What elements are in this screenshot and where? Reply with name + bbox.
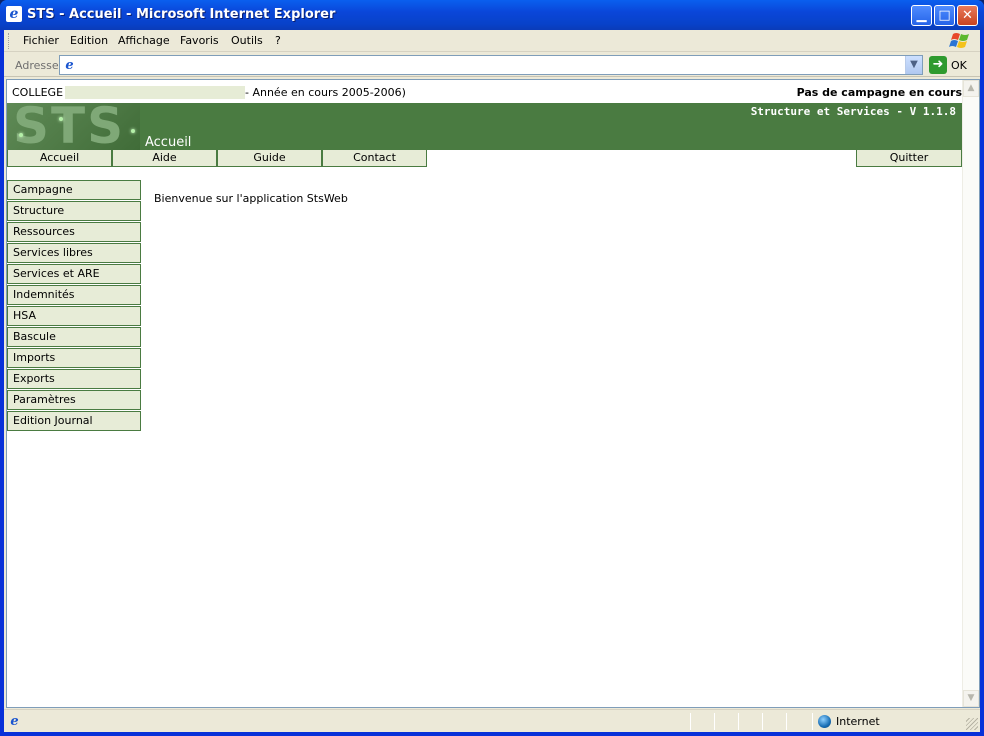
status-divider [738,713,739,730]
address-label: Adresse [15,59,59,72]
quit-button[interactable]: Quitter [856,150,962,167]
menu-outils[interactable]: Outils [231,34,263,47]
nav-accueil[interactable]: Accueil [7,150,112,167]
sidebar-item-edition-journal[interactable]: Edition Journal [7,411,141,431]
logo-sparkle [19,133,23,137]
page-title: Accueil [145,135,192,150]
menu-help[interactable]: ? [275,34,281,47]
browser-client: Fichier Edition Affichage Favoris Outils… [4,30,980,732]
windows-flag-icon [949,33,969,48]
window-title: STS - Accueil - Microsoft Internet Explo… [27,7,336,22]
address-bar: Adresse e ▼ ➜ OK [4,53,980,77]
college-name-redacted [65,86,245,99]
info-row: COLLEGE - Année en cours 2005-2006) Pas … [12,86,962,100]
sidebar-item-exports[interactable]: Exports [7,369,141,389]
welcome-message: Bienvenue sur l'application StsWeb [154,192,348,205]
year-text: - Année en cours 2005-2006) [245,86,406,99]
title-bar[interactable]: e STS - Accueil - Microsoft Internet Exp… [0,0,984,30]
toolbar-grip[interactable] [8,33,11,49]
top-nav: Accueil Aide Guide Contact Quitter [7,150,962,167]
page-icon: e [65,58,74,73]
vertical-scrollbar[interactable]: ▲ ▼ [962,80,979,707]
sts-logo: STS [7,103,140,150]
resize-grip-icon[interactable] [966,718,978,730]
page-status-icon: e [10,714,19,729]
close-button[interactable]: ✕ [957,5,978,26]
sidebar-item-hsa[interactable]: HSA [7,306,141,326]
sidebar-item-structure[interactable]: Structure [7,201,141,221]
address-input[interactable]: e ▼ [59,55,923,75]
scroll-up-icon[interactable]: ▲ [963,80,979,97]
sidebar-item-services-are[interactable]: Services et ARE [7,264,141,284]
status-divider [714,713,715,730]
sidebar-item-indemnites[interactable]: Indemnités [7,285,141,305]
sidebar-item-parametres[interactable]: Paramètres [7,390,141,410]
app-banner: STS Structure et Services - V 1.1.8 Accu… [7,103,962,150]
college-label: COLLEGE [12,86,64,99]
nav-aide[interactable]: Aide [112,150,217,167]
campaign-status: Pas de campagne en cours [796,86,962,99]
sidebar-item-bascule[interactable]: Bascule [7,327,141,347]
app-subtitle: Structure et Services - V 1.1.8 [750,105,956,118]
status-divider [786,713,787,730]
sidebar-item-campagne[interactable]: Campagne [7,180,141,200]
logo-text: STS [13,103,126,150]
page-viewport: COLLEGE - Année en cours 2005-2006) Pas … [6,79,980,708]
go-button[interactable]: OK [951,59,967,72]
menu-bar: Fichier Edition Affichage Favoris Outils… [4,30,980,52]
menu-fichier[interactable]: Fichier [23,34,59,47]
nav-contact[interactable]: Contact [322,150,427,167]
logo-sparkle [59,117,63,121]
status-divider [762,713,763,730]
ie-logo-icon: e [6,6,22,22]
ie-window: e STS - Accueil - Microsoft Internet Exp… [0,0,984,736]
internet-globe-icon [818,715,831,728]
menu-affichage[interactable]: Affichage [118,34,170,47]
security-zone-label: Internet [836,715,880,728]
sidebar-item-imports[interactable]: Imports [7,348,141,368]
side-nav: Campagne Structure Ressources Services l… [7,180,141,432]
status-bar: e Internet [4,709,980,732]
menu-favoris[interactable]: Favoris [180,34,219,47]
nav-guide[interactable]: Guide [217,150,322,167]
menu-edition[interactable]: Edition [70,34,108,47]
address-dropdown-icon[interactable]: ▼ [905,56,922,74]
status-divider [812,713,813,730]
logo-sparkle [131,129,135,133]
status-divider [690,713,691,730]
go-arrow-icon[interactable]: ➜ [929,56,947,74]
minimize-button[interactable]: ▁ [911,5,932,26]
maximize-button[interactable]: □ [934,5,955,26]
scroll-down-icon[interactable]: ▼ [963,690,979,707]
sidebar-item-ressources[interactable]: Ressources [7,222,141,242]
sidebar-item-services-libres[interactable]: Services libres [7,243,141,263]
